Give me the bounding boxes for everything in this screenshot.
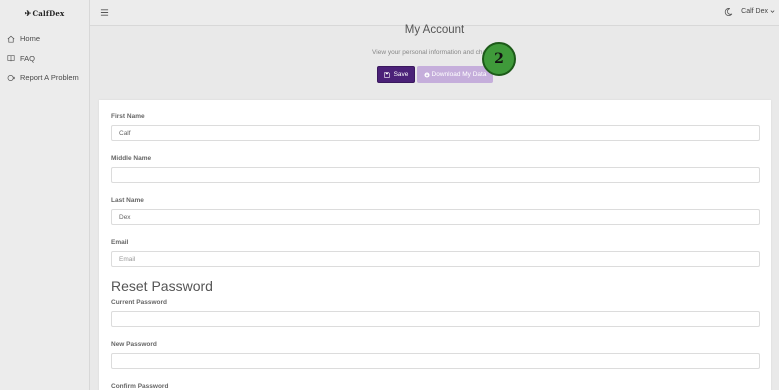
email-field[interactable] <box>111 251 760 267</box>
page-title: My Account <box>404 24 465 36</box>
sidebar-item-label: Report A Problem <box>20 73 79 83</box>
sidebar-item-label: FAQ <box>20 53 36 63</box>
current-password-label: Current Password <box>111 299 167 306</box>
sidebar: ✈ CalfDex Home FAQ Report A Problem <box>0 0 90 390</box>
moon-icon[interactable] <box>724 7 733 17</box>
sidebar-item-faq[interactable]: FAQ <box>0 49 89 69</box>
first-name-label: First Name <box>111 113 145 120</box>
middle-name-label: Middle Name <box>111 155 152 162</box>
account-form-card <box>99 100 771 390</box>
sidebar-item-report[interactable]: Report A Problem <box>0 68 89 88</box>
report-icon <box>7 74 15 81</box>
save-label: Save <box>393 71 409 78</box>
first-name-field[interactable] <box>111 125 760 141</box>
brand-logo[interactable]: ✈ CalfDex <box>0 0 89 26</box>
save-button[interactable]: Save <box>377 66 415 83</box>
user-name: Calf Dex <box>741 8 768 15</box>
topbar: Calf Dex <box>90 0 779 26</box>
plane-icon: ✈ <box>24 8 32 18</box>
step-annotation-badge: 2 <box>482 42 516 76</box>
last-name-label: Last Name <box>111 197 144 204</box>
chevron-down-icon <box>770 10 775 13</box>
email-label: Email <box>111 239 129 246</box>
download-data-button[interactable]: Download My Data <box>417 66 493 83</box>
confirm-password-label: Confirm Password <box>111 383 169 390</box>
current-password-field[interactable] <box>111 311 760 327</box>
home-icon <box>7 35 15 43</box>
new-password-field[interactable] <box>111 353 760 369</box>
user-menu[interactable]: Calf Dex <box>741 8 775 15</box>
sidebar-item-home[interactable]: Home <box>0 29 89 49</box>
menu-icon[interactable] <box>100 8 109 17</box>
page-subtitle: View your personal information and chang… <box>372 49 497 56</box>
brand-name: CalfDex <box>32 8 65 18</box>
middle-name-field[interactable] <box>111 167 760 183</box>
save-icon <box>383 71 390 78</box>
book-icon <box>7 55 15 62</box>
download-icon <box>424 71 430 78</box>
reset-password-heading: Reset Password <box>111 278 213 294</box>
sidebar-item-label: Home <box>20 34 41 44</box>
new-password-label: New Password <box>111 341 157 348</box>
download-label: Download My Data <box>431 71 487 78</box>
last-name-field[interactable] <box>111 209 760 225</box>
